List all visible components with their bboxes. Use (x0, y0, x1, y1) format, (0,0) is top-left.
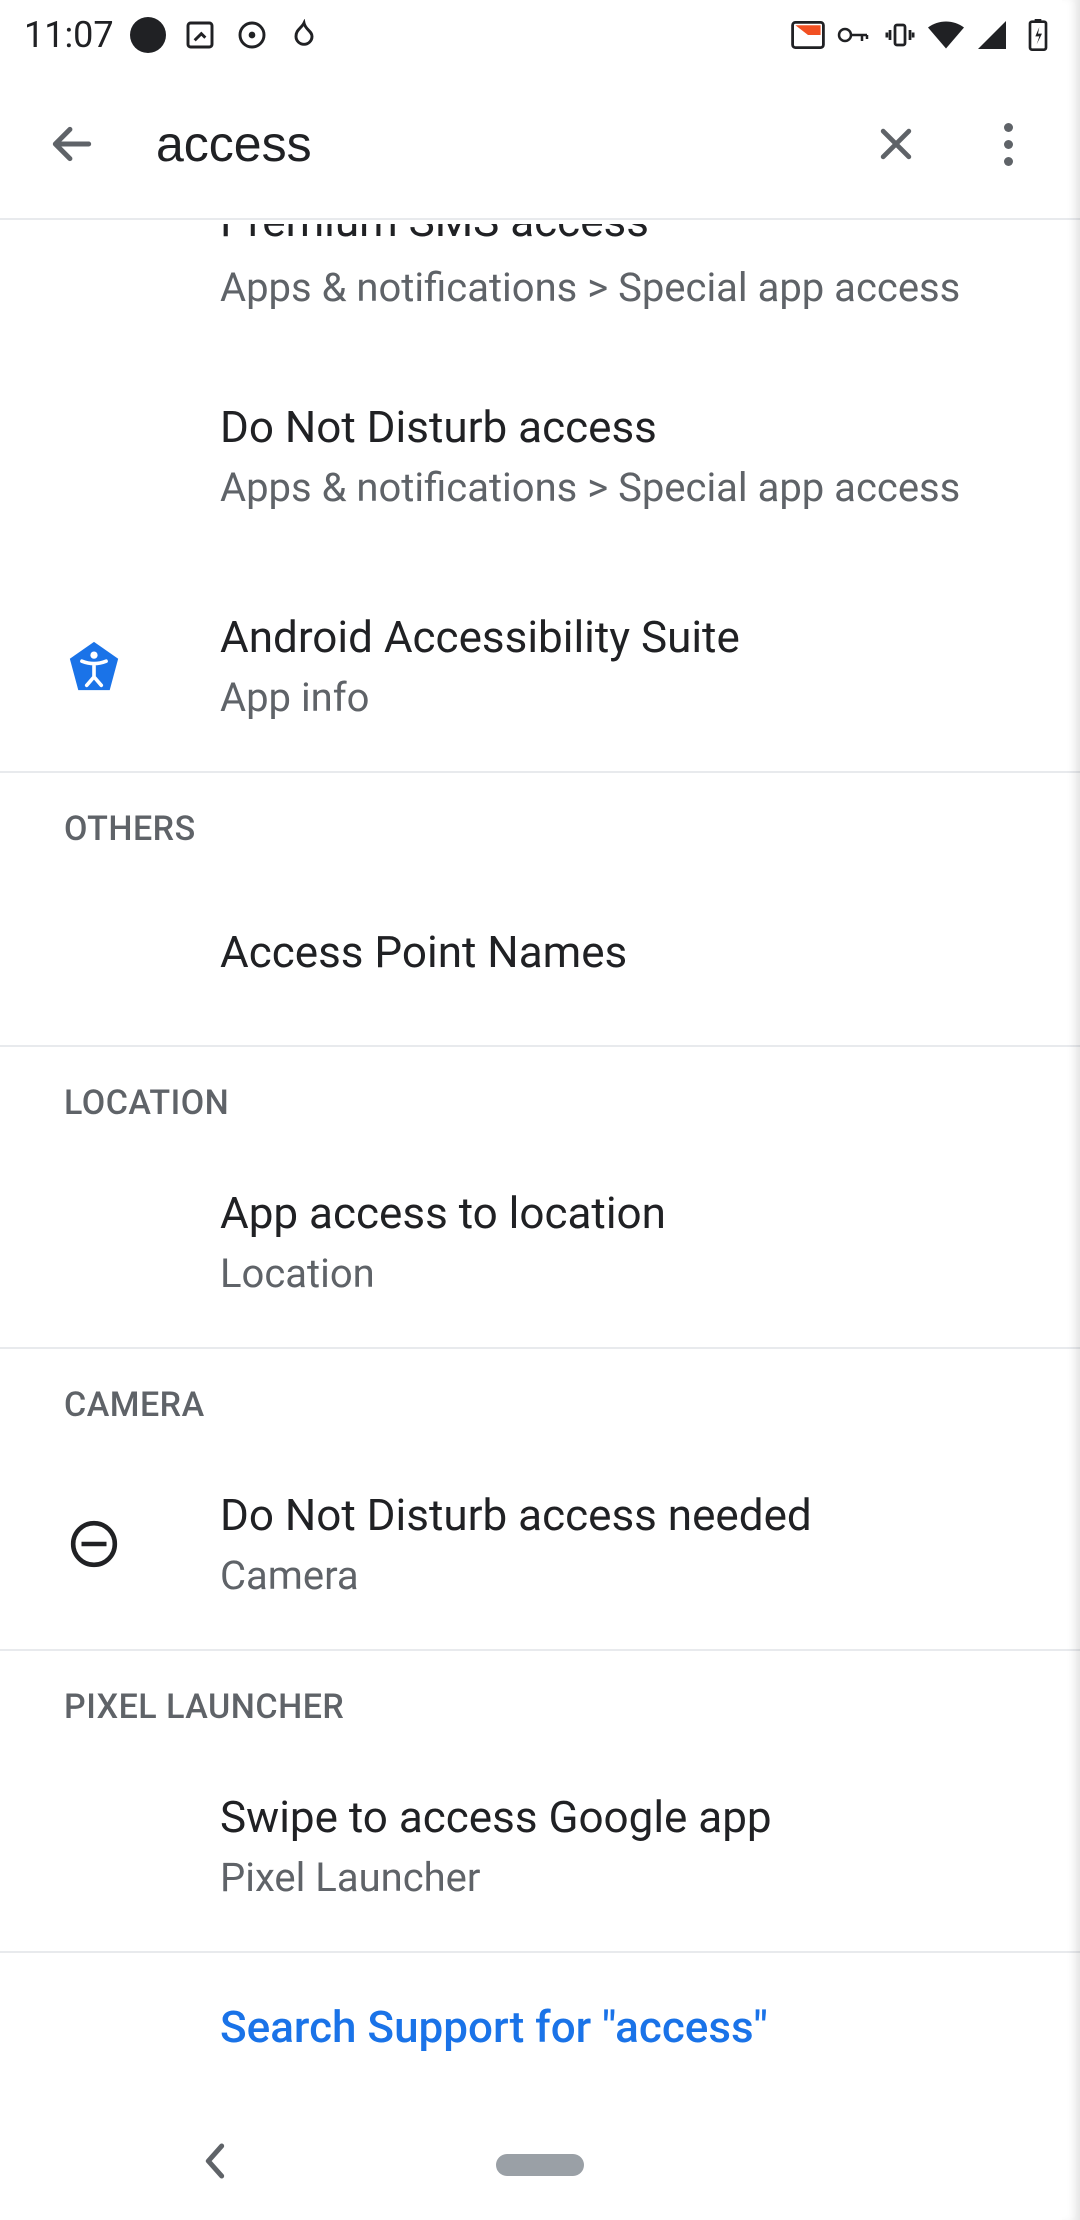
search-support-link[interactable]: Search Support for "access" (0, 1953, 1080, 2101)
battery-charging-icon (1020, 17, 1056, 53)
support-link-text: Search Support for "access" (220, 2001, 768, 2053)
result-breadcrumb: Apps & notifications > Special app acces… (220, 463, 1040, 513)
search-bar (0, 70, 1080, 220)
result-camera-dnd-needed[interactable]: Do Not Disturb access needed Camera (0, 1461, 1080, 1649)
section-header-others: Others (0, 773, 1080, 885)
wifi-icon (928, 17, 964, 53)
nav-home-pill[interactable] (496, 2154, 584, 2176)
key-icon (836, 17, 872, 53)
result-premium-sms-partial[interactable]: Premium SMS access Apps & notifications … (0, 220, 1080, 351)
system-nav-bar (0, 2110, 1080, 2220)
vibrate-icon (882, 17, 918, 53)
result-title: Access Point Names (220, 924, 1040, 980)
square-notification-icon (182, 17, 218, 53)
result-title: Android Accessibility Suite (220, 609, 1040, 665)
cast-icon (790, 17, 826, 53)
result-title: App access to location (220, 1185, 1040, 1241)
result-title: Do Not Disturb access (220, 399, 1040, 455)
result-swipe-google-app[interactable]: Swipe to access Google app Pixel Launche… (0, 1763, 1080, 1951)
search-input[interactable] (156, 115, 812, 173)
accessibility-app-icon (64, 636, 124, 696)
result-dnd-access[interactable]: Do Not Disturb access Apps & notificatio… (0, 351, 1080, 561)
result-title: Swipe to access Google app (220, 1789, 1040, 1845)
status-left: 11:07 (24, 14, 322, 56)
section-header-camera: Camera (0, 1349, 1080, 1461)
result-apn[interactable]: Access Point Names (0, 885, 1080, 1045)
result-breadcrumb: Location (220, 1249, 1040, 1299)
status-clock: 11:07 (24, 14, 114, 56)
result-accessibility-suite[interactable]: Android Accessibility Suite App info (0, 561, 1080, 771)
cell-signal-icon (974, 17, 1010, 53)
clear-search-icon[interactable] (868, 116, 924, 172)
notification-dot-icon (130, 17, 166, 53)
result-title: Premium SMS access (220, 224, 1040, 252)
target-notification-icon (234, 17, 270, 53)
search-results: Premium SMS access Apps & notifications … (0, 220, 1080, 2101)
result-title: Do Not Disturb access needed (220, 1487, 1040, 1543)
section-header-location: Location (0, 1047, 1080, 1159)
section-header-pixel-launcher: Pixel Launcher (0, 1651, 1080, 1763)
nav-back-icon[interactable] (200, 2141, 248, 2189)
result-breadcrumb: Pixel Launcher (220, 1853, 1040, 1903)
result-breadcrumb: App info (220, 673, 1040, 723)
do-not-disturb-icon (64, 1514, 124, 1574)
overflow-menu-icon[interactable] (980, 116, 1036, 172)
flame-notification-icon (286, 17, 322, 53)
result-breadcrumb: Camera (220, 1551, 1040, 1601)
result-breadcrumb: Apps & notifications > Special app acces… (220, 264, 1040, 311)
status-right (790, 17, 1056, 53)
back-arrow-icon[interactable] (44, 116, 100, 172)
result-app-location-access[interactable]: App access to location Location (0, 1159, 1080, 1347)
status-bar: 11:07 (0, 0, 1080, 70)
